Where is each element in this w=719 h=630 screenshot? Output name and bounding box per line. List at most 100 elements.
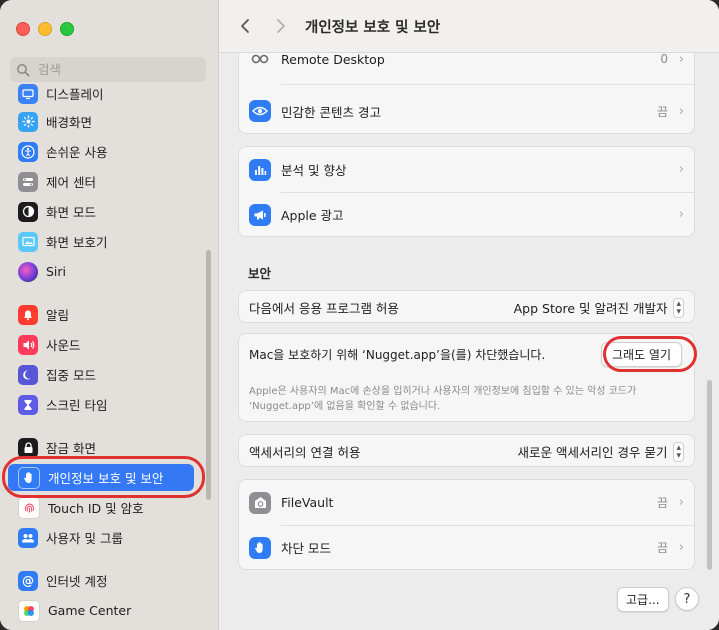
eye-warning-icon [249,100,271,122]
sidebar: 디스플레이 배경화면 손쉬운 사용 제어 센터 [0,0,219,630]
sidebar-item-label: 스크린 타임 [46,398,108,413]
row-filevault[interactable]: FileVault 끔 › [239,486,694,519]
chevron-right-icon: › [678,53,684,67]
settings-card-analytics: 분석 및 향상 › Apple 광고 › [238,146,695,237]
advanced-button[interactable]: 고급... [617,587,669,612]
sidebar-item-touch-id[interactable]: Touch ID 및 암호 [8,494,194,521]
sidebar-item-notifications[interactable]: 알림 [8,301,194,328]
screensaver-icon [18,231,38,252]
popup-value: App Store 및 알려진 개발자 [513,301,668,316]
sidebar-list: 디스플레이 배경화면 손쉬운 사용 제어 센터 화면 모드 화면 보호기 Sir… [0,84,218,630]
sidebar-item-appearance[interactable]: 화면 모드 [8,198,194,225]
sidebar-item-game-center[interactable]: Game Center [8,597,194,624]
row-allow-apps: 다음에서 응용 프로그램 허용 App Store 및 알려진 개발자 ▴ ▾ [239,291,694,324]
sidebar-item-label: 화면 모드 [46,205,96,220]
row-label: FileVault [281,495,334,510]
sidebar-item-screen-time[interactable]: 스크린 타임 [8,391,194,418]
hourglass-icon [18,394,38,415]
row-value: 끔 [656,496,668,510]
sidebar-item-displays[interactable]: 디스플레이 [8,84,194,107]
remote-desktop-icon [249,53,271,70]
highlight-annotation [2,456,205,498]
sidebar-item-control-center[interactable]: 제어 센터 [8,168,194,195]
sidebar-item-label: 손쉬운 사용 [46,145,108,160]
sidebar-item-internet-accounts[interactable]: @ 인터넷 계정 [8,567,194,594]
moon-icon [18,364,38,385]
allow-apps-popup[interactable]: App Store 및 알려진 개발자 ▴ ▾ [513,297,684,318]
at-icon: @ [18,570,38,591]
row-apple-ads[interactable]: Apple 광고 › [239,198,694,231]
sidebar-item-label: 알림 [46,308,70,323]
page-title: 개인정보 보호 및 보안 [305,19,441,36]
divider [281,84,694,85]
window-controls [16,22,74,36]
popup-value: 새로운 액세서리인 경우 묻기 [517,445,668,460]
settings-card-allow-apps: 다음에서 응용 프로그램 허용 App Store 및 알려진 개발자 ▴ ▾ [238,290,695,323]
help-button[interactable]: ? [675,587,699,611]
siri-icon [18,261,38,282]
highlight-annotation [603,336,697,372]
display-icon [18,84,38,104]
content-scroll: Remote Desktop 0 › 민감한 콘텐츠 경고 끔 › 분석 및 향… [219,53,719,630]
toolbar: 개인정보 보호 및 보안 [219,0,719,53]
sidebar-item-label: 화면 보호기 [46,235,108,250]
row-value: 0 [660,53,668,66]
chevron-left-icon [241,19,249,33]
chevron-right-icon: › [678,495,684,510]
sidebar-item-label: 배경화면 [46,115,93,130]
chevron-right-icon [277,19,285,33]
accessibility-icon [18,141,38,162]
row-analytics[interactable]: 분석 및 향상 › [239,153,694,186]
sidebar-item-wallpaper[interactable]: 배경화면 [8,108,194,135]
sidebar-item-focus[interactable]: 집중 모드 [8,361,194,388]
row-label: 민감한 콘텐츠 경고 [281,104,381,120]
sidebar-item-siri[interactable]: Siri [8,258,194,285]
content-scrollbar[interactable] [707,380,712,570]
back-button[interactable] [233,14,257,38]
row-value: 끔 [656,104,668,119]
forward-button[interactable] [269,14,293,38]
main-pane: 개인정보 보호 및 보안 Remote Desktop 0 › 민감한 콘텐츠 … [219,0,719,630]
sidebar-item-label: 사용자 및 그룹 [46,531,123,546]
appearance-icon [18,201,38,222]
sidebar-item-label: Game Center [48,603,132,618]
settings-card-blocked-app: Mac을 보호하기 위해 ‘Nugget.app’을(를) 차단했습니다. 그래… [238,333,697,422]
sidebar-item-accessibility[interactable]: 손쉬운 사용 [8,138,194,165]
sidebar-scrollbar[interactable] [206,250,211,500]
accessories-popup[interactable]: 새로운 액세서리인 경우 묻기 ▴ ▾ [517,441,684,462]
sidebar-item-label: Siri [46,264,67,279]
row-lockdown-mode[interactable]: 차단 모드 끔 › [239,531,694,564]
users-icon [18,527,38,548]
sidebar-item-users-groups[interactable]: 사용자 및 그룹 [8,524,194,551]
sidebar-item-screensaver[interactable]: 화면 보호기 [8,228,194,255]
close-button[interactable] [16,22,30,36]
megaphone-icon [249,203,271,226]
zoom-button[interactable] [60,22,74,36]
sidebar-item-label: Touch ID 및 암호 [48,501,144,516]
row-value: 끔 [656,541,668,555]
row-label: 차단 모드 [281,541,331,556]
sidebar-item-label: 인터넷 계정 [46,574,108,589]
chevron-right-icon: › [678,103,684,119]
chevron-right-icon: › [678,540,684,555]
chevron-right-icon: › [678,207,684,222]
divider [281,525,694,526]
chevron-up-down-icon: ▴ ▾ [673,441,684,462]
filevault-icon [249,491,271,514]
search-input[interactable] [36,61,200,78]
row-sensitive-content[interactable]: 민감한 콘텐츠 경고 끔 › [239,96,694,126]
bar-chart-icon [249,158,271,181]
game-center-icon [18,599,40,622]
minimize-button[interactable] [38,22,52,36]
row-label: 다음에서 응용 프로그램 허용 [249,301,399,316]
divider [281,192,694,193]
speaker-icon [18,334,38,355]
settings-window: 디스플레이 배경화면 손쉬운 사용 제어 센터 [0,0,719,630]
fingerprint-icon [18,496,40,519]
chevron-right-icon: › [678,162,684,177]
sidebar-item-sound[interactable]: 사운드 [8,331,194,358]
control-center-icon [18,171,38,192]
row-remote-desktop[interactable]: Remote Desktop 0 › [239,53,694,74]
sidebar-item-label: 디스플레이 [46,87,104,102]
search-field[interactable] [10,57,206,82]
